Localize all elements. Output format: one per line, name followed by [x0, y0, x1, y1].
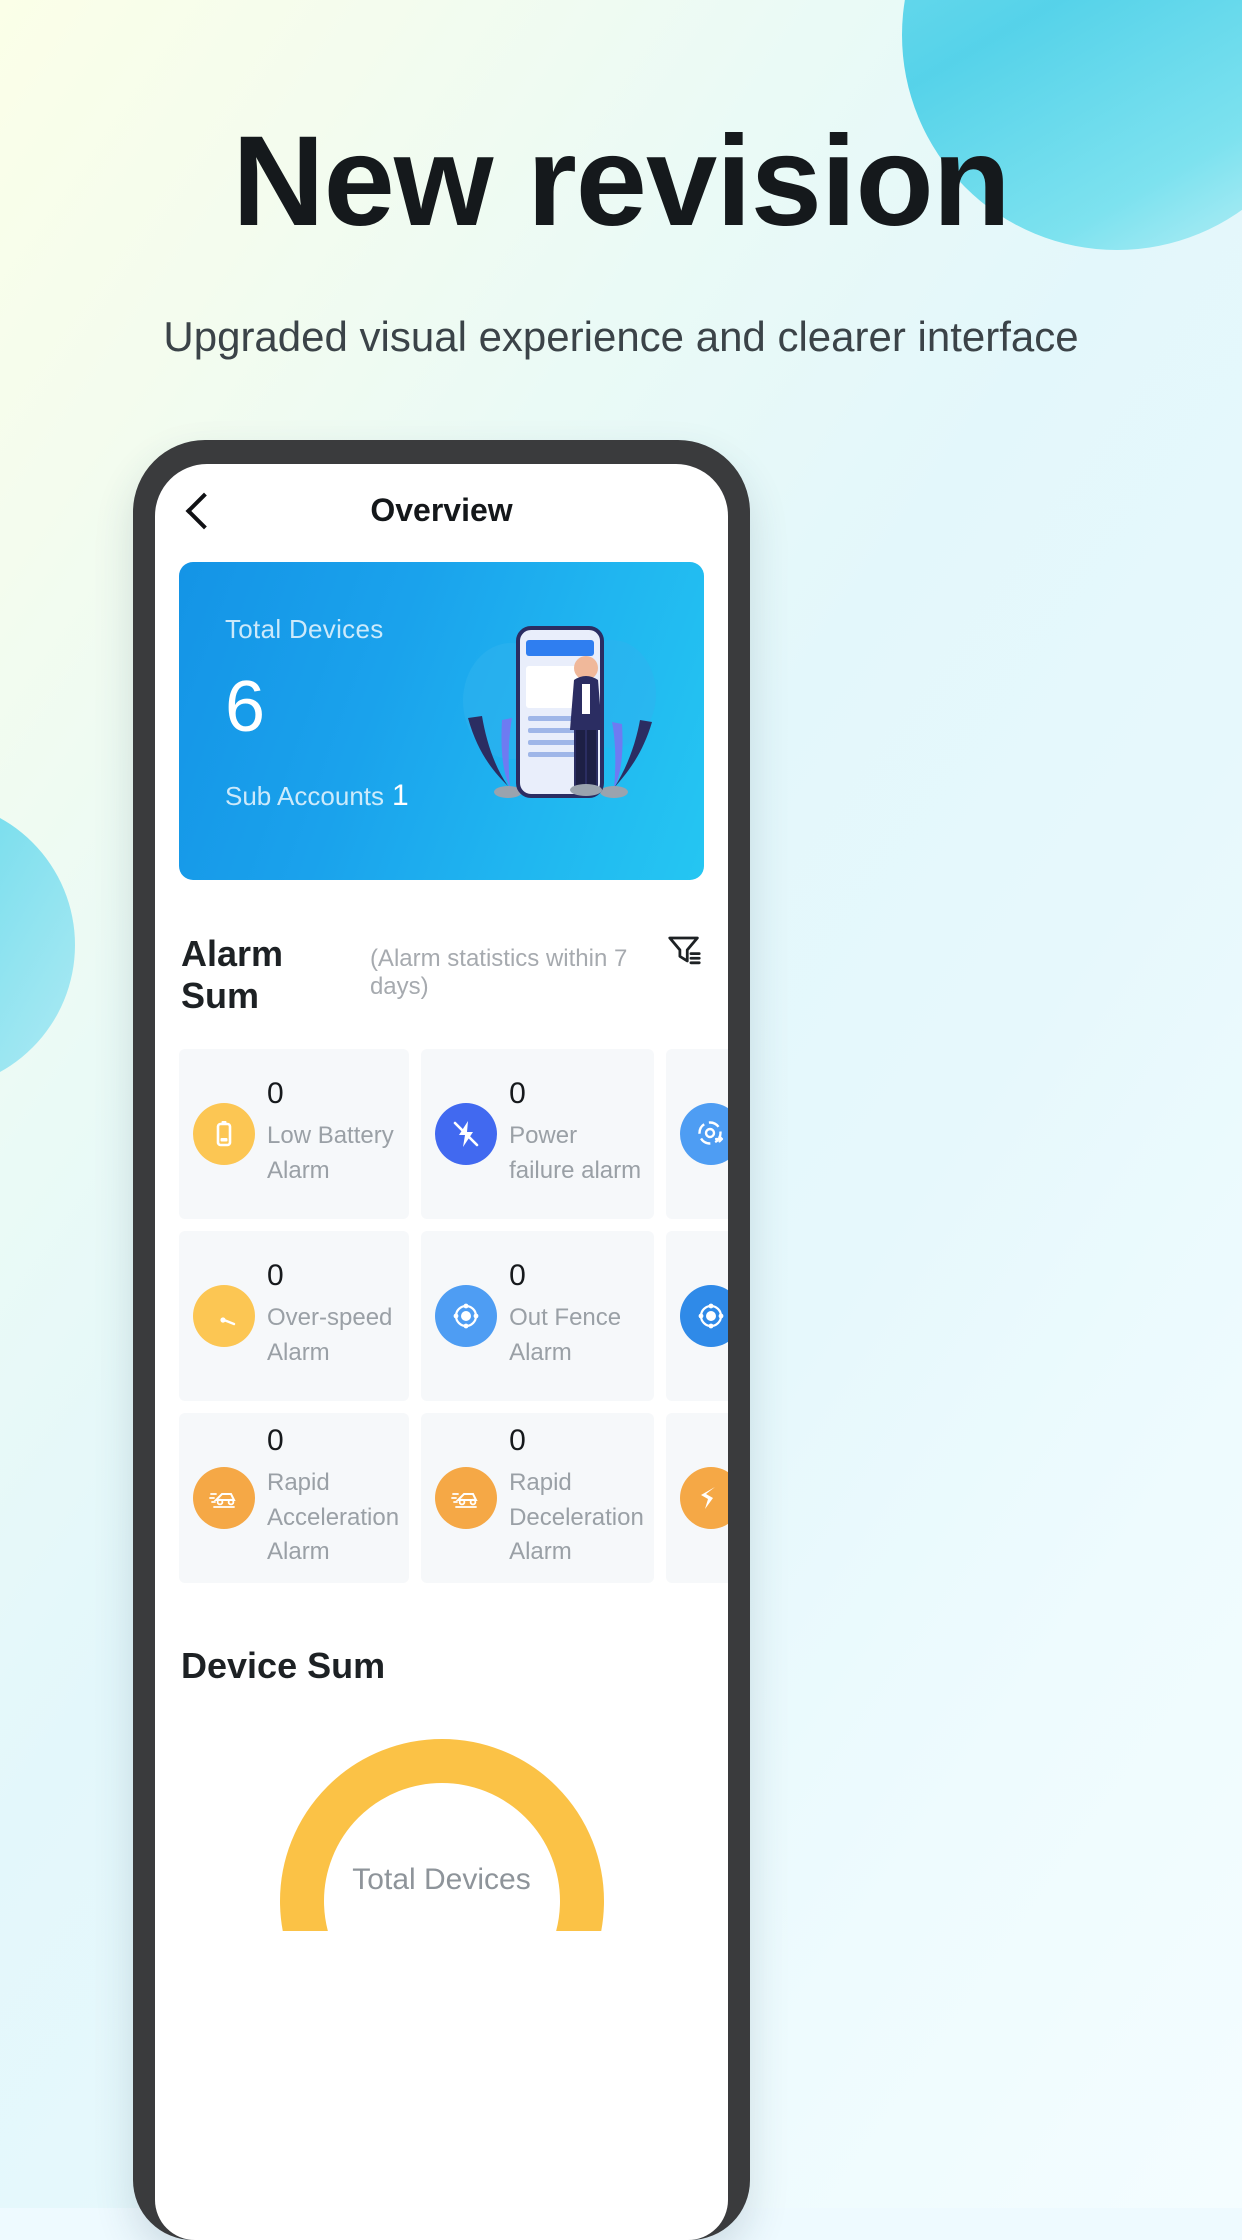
chevron-left-icon[interactable] — [181, 493, 215, 527]
alarm-label: Power failure alarm — [509, 1122, 642, 1184]
page-headline: New revision — [232, 110, 1011, 253]
alarm-card-rapid-acceleration[interactable]: 0 Rapid Acceleration Alarm — [179, 1413, 410, 1583]
filter-icon[interactable] — [667, 932, 702, 966]
donut-chart — [279, 1739, 604, 1931]
alarm-count: 0 — [509, 1259, 526, 1293]
alarm-card-over-speed[interactable]: 0 Over-speed Alarm — [179, 1231, 410, 1401]
sharp-turn-icon — [679, 1467, 728, 1529]
sub-accounts-value: 1 — [392, 779, 409, 812]
battery-icon — [193, 1103, 255, 1165]
alarm-label: Low Battery Alarm — [267, 1122, 394, 1184]
alarm-card-moving[interactable]: 0 Moving Alarm — [665, 1049, 728, 1219]
rapid-deceleration-icon — [435, 1467, 498, 1529]
in-fence-icon — [679, 1285, 728, 1347]
page-title: Overview — [370, 491, 513, 528]
alarm-count: 0 — [509, 1423, 526, 1457]
alarm-card-rapid-deceleration[interactable]: 0 Rapid Deceleration Alarm — [421, 1413, 654, 1583]
alarm-sum-note: (Alarm statistics within 7 days) — [369, 945, 628, 1000]
device-sum-donut[interactable]: Total Devices — [155, 1731, 728, 1931]
alarm-card-sharp-turn[interactable]: 1 Sharp Turn Alarm — [665, 1413, 728, 1583]
power-failure-icon — [435, 1103, 498, 1165]
alarm-card-in-fence[interactable]: 0 In Fence Alarm — [665, 1231, 728, 1401]
alarm-card-out-fence[interactable]: 0 Out Fence Alarm — [421, 1231, 654, 1401]
alarm-sum-header: Alarm Sum (Alarm statistics within 7 day… — [155, 932, 728, 1017]
alarm-label: Over-speed Alarm — [267, 1304, 393, 1366]
speedometer-icon — [193, 1285, 255, 1347]
hero-illustration — [463, 626, 656, 798]
alarm-label: Rapid Acceleration Alarm — [267, 1468, 400, 1566]
out-fence-icon — [435, 1285, 498, 1347]
alarm-card-low-battery[interactable]: 0 Low Battery Alarm — [179, 1049, 410, 1219]
moving-icon — [679, 1103, 728, 1165]
alarm-count: 0 — [267, 1259, 284, 1293]
decorative-blob-left — [0, 800, 75, 1090]
donut-center-label: Total Devices — [352, 1863, 531, 1896]
alarm-card-power-failure[interactable]: 0 Power failure alarm — [421, 1049, 654, 1219]
alarm-label: Rapid Deceleration Alarm — [509, 1468, 644, 1566]
device-sum-title: Device Sum — [181, 1645, 386, 1686]
alarm-count: 0 — [267, 1077, 284, 1111]
alarm-count: 0 — [509, 1077, 526, 1111]
alarm-sum-title: Alarm Sum — [181, 933, 284, 1016]
alarm-label: Out Fence Alarm — [509, 1304, 622, 1366]
alarm-grid: 0 Low Battery Alarm 0 Power failure alar… — [179, 1049, 728, 1583]
total-devices-card[interactable]: Total Devices 6 Sub Accounts 1 — [179, 562, 704, 880]
page-subheadline: Upgraded visual experience and clearer i… — [163, 313, 1079, 360]
phone-mockup: Overview Total Devices 6 Sub Accounts1 — [133, 440, 750, 2240]
rapid-acceleration-icon — [193, 1467, 255, 1529]
alarm-count: 0 — [267, 1423, 284, 1457]
sub-accounts-label: Sub Accounts — [225, 781, 384, 811]
phone-screen: Overview Total Devices 6 Sub Accounts1 — [155, 464, 728, 2240]
app-navbar: Overview — [155, 464, 728, 556]
